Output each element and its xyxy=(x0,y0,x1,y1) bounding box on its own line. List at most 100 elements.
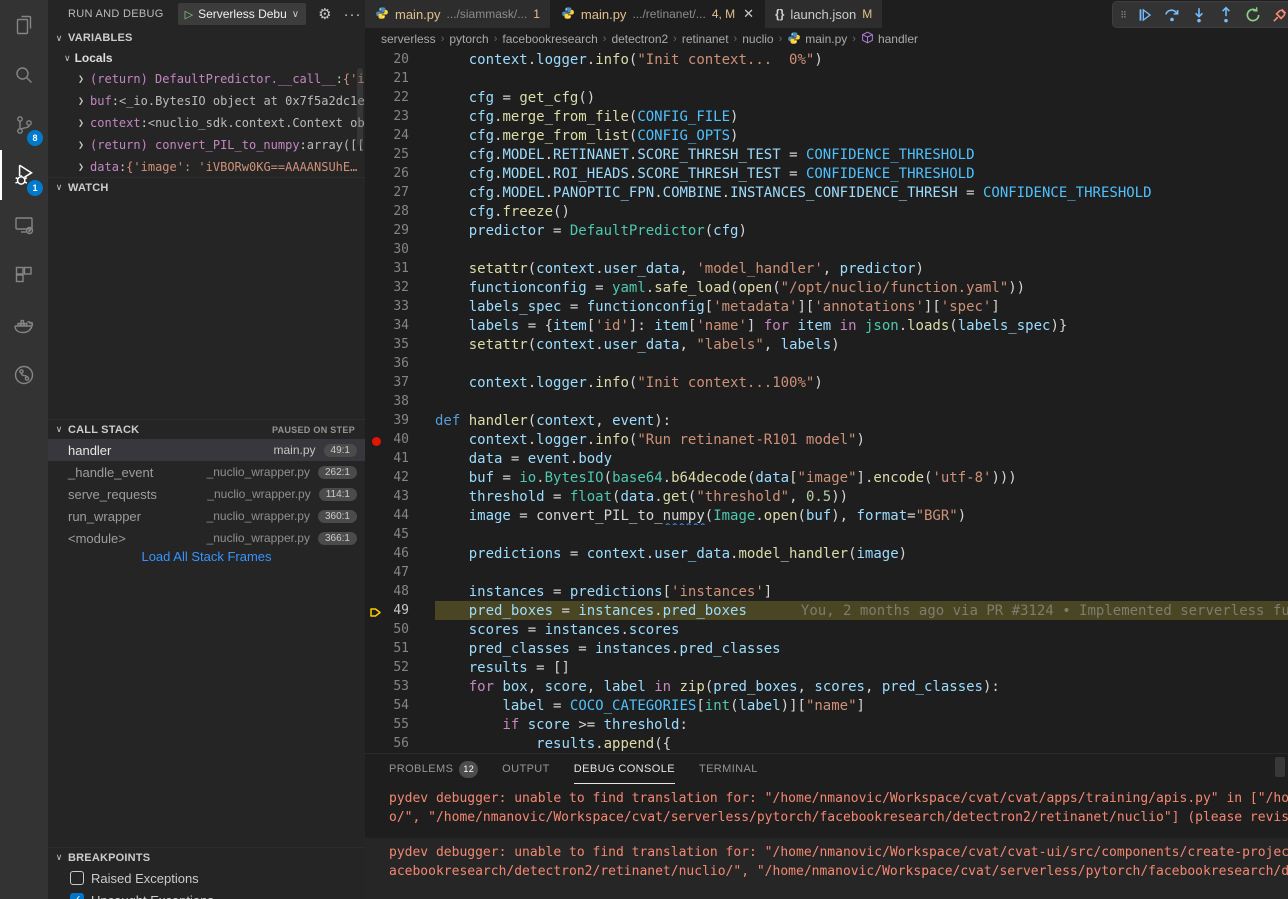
load-all-stack-frames-link[interactable]: Load All Stack Frames xyxy=(48,549,365,569)
code-line[interactable]: 49 pred_boxes = instances.pred_boxesYou,… xyxy=(365,601,1288,620)
variable-row[interactable]: ❯data: {'image': 'iVBORw0KG==AAAANSUhE… xyxy=(48,156,365,177)
code-line[interactable]: 35 setattr(context.user_data, "labels", … xyxy=(365,335,1288,354)
code-line[interactable]: 22 cfg = get_cfg() xyxy=(365,88,1288,107)
code-line[interactable]: 26 cfg.MODEL.ROI_HEADS.SCORE_THRESH_TEST… xyxy=(365,164,1288,183)
line-number[interactable]: 46 xyxy=(365,546,435,561)
line-number[interactable]: 21 xyxy=(365,71,435,86)
run-and-debug-button[interactable]: 1 xyxy=(0,150,48,200)
code-line[interactable]: 21 xyxy=(365,69,1288,88)
line-number[interactable]: 43 xyxy=(365,489,435,504)
breadcrumb-item-retinanet[interactable]: retinanet xyxy=(682,32,729,46)
call-stack-frame[interactable]: _handle_event_nuclio_wrapper.py262:1 xyxy=(48,461,365,483)
expand-chevron-icon[interactable]: ❯ xyxy=(78,74,84,85)
drag-grip-icon[interactable]: ⠿ xyxy=(1118,11,1130,19)
scrollbar-thumb[interactable] xyxy=(357,68,363,146)
search-button[interactable] xyxy=(0,50,48,100)
line-number[interactable]: 40 xyxy=(365,432,435,447)
restart-button[interactable] xyxy=(1241,3,1265,27)
line-number[interactable]: 48 xyxy=(365,584,435,599)
start-debug-icon[interactable]: ▷ xyxy=(185,8,193,21)
line-number[interactable]: 25 xyxy=(365,147,435,162)
azure-pipelines-button[interactable] xyxy=(0,350,48,400)
code-line[interactable]: 28 cfg.freeze() xyxy=(365,202,1288,221)
line-number[interactable]: 31 xyxy=(365,261,435,276)
expand-chevron-icon[interactable]: ❯ xyxy=(78,140,84,151)
console-error-line[interactable]: pydev debugger: unable to find translati… xyxy=(389,789,1288,808)
code-line[interactable]: 54 label = COCO_CATEGORIES[int(label)]["… xyxy=(365,696,1288,715)
line-number[interactable]: 37 xyxy=(365,375,435,390)
line-number[interactable]: 39 xyxy=(365,413,435,428)
line-number[interactable]: 38 xyxy=(365,394,435,409)
docker-button[interactable] xyxy=(0,300,48,350)
line-number[interactable]: 32 xyxy=(365,280,435,295)
close-icon[interactable]: ✕ xyxy=(743,6,754,22)
code-editor[interactable]: 20 context.logger.info("Init context... … xyxy=(365,50,1288,753)
code-line[interactable]: 20 context.logger.info("Init context... … xyxy=(365,50,1288,69)
code-line[interactable]: 50 scores = instances.scores xyxy=(365,620,1288,639)
line-number[interactable]: 47 xyxy=(365,565,435,580)
line-number[interactable]: 45 xyxy=(365,527,435,542)
expand-chevron-icon[interactable]: ❯ xyxy=(78,118,84,129)
breakpoint-icon[interactable] xyxy=(372,437,381,446)
launch-config-dropdown[interactable]: ▷ Serverless Debu ∨ xyxy=(178,3,307,25)
line-number[interactable]: 56 xyxy=(365,736,435,751)
line-number[interactable]: 27 xyxy=(365,185,435,200)
variable-row[interactable]: ❯buf: <_io.BytesIO object at 0x7f5a2dc1e… xyxy=(48,90,365,112)
line-number[interactable]: 49 xyxy=(365,603,435,618)
breadcrumb-item-nuclio[interactable]: nuclio xyxy=(742,32,773,46)
line-number[interactable]: 24 xyxy=(365,128,435,143)
call-stack-frame[interactable]: serve_requests_nuclio_wrapper.py114:1 xyxy=(48,483,365,505)
step-out-button[interactable] xyxy=(1214,3,1238,27)
line-number[interactable]: 54 xyxy=(365,698,435,713)
step-over-button[interactable] xyxy=(1160,3,1184,27)
code-line[interactable]: 36 xyxy=(365,354,1288,373)
code-line[interactable]: 43 threshold = float(data.get("threshold… xyxy=(365,487,1288,506)
line-number[interactable]: 30 xyxy=(365,242,435,257)
more-actions-icon[interactable]: ··· xyxy=(344,6,362,23)
expand-chevron-icon[interactable]: ❯ xyxy=(78,162,84,173)
line-number[interactable]: 41 xyxy=(365,451,435,466)
code-line[interactable]: 31 setattr(context.user_data, 'model_han… xyxy=(365,259,1288,278)
code-line[interactable]: 46 predictions = context.user_data.model… xyxy=(365,544,1288,563)
source-control-button[interactable]: 8 xyxy=(0,100,48,150)
code-line[interactable]: 56 results.append({ xyxy=(365,734,1288,753)
checkbox[interactable] xyxy=(70,871,84,885)
line-number[interactable]: 51 xyxy=(365,641,435,656)
line-number[interactable]: 26 xyxy=(365,166,435,181)
code-line[interactable]: 40 context.logger.info("Run retinanet-R1… xyxy=(365,430,1288,449)
code-line[interactable]: 34 labels = {item['id']: item['name'] fo… xyxy=(365,316,1288,335)
code-line[interactable]: 23 cfg.merge_from_file(CONFIG_FILE) xyxy=(365,107,1288,126)
breadcrumb-item-facebookresearch[interactable]: facebookresearch xyxy=(502,32,597,46)
code-line[interactable]: 42 buf = io.BytesIO(base64.b64decode(dat… xyxy=(365,468,1288,487)
code-line[interactable]: 29 predictor = DefaultPredictor(cfg) xyxy=(365,221,1288,240)
variable-row[interactable]: ❯context: <nuclio_sdk.context.Context ob… xyxy=(48,112,365,134)
breadcrumb-item-serverless[interactable]: serverless xyxy=(381,32,436,46)
code-line[interactable]: 38 xyxy=(365,392,1288,411)
locals-scope[interactable]: ∨ Locals xyxy=(48,48,365,68)
variable-row[interactable]: ❯(return) convert_PIL_to_numpy: array([[… xyxy=(48,134,365,156)
line-number[interactable]: 55 xyxy=(365,717,435,732)
call-stack-frame[interactable]: handlermain.py49:1 xyxy=(48,439,365,461)
panel-tab-problems[interactable]: PROBLEMS12 xyxy=(389,754,478,784)
code-line[interactable]: 55 if score >= threshold: xyxy=(365,715,1288,734)
code-line[interactable]: 45 xyxy=(365,525,1288,544)
tab-main.py[interactable]: main.py.../siammask/...1 xyxy=(365,0,551,28)
gear-icon[interactable]: ⚙ xyxy=(318,5,331,23)
code-line[interactable]: 37 context.logger.info("Init context...1… xyxy=(365,373,1288,392)
code-line[interactable]: 30 xyxy=(365,240,1288,259)
variable-row[interactable]: ❯(return) DefaultPredictor.__call__: {'i… xyxy=(48,68,365,90)
console-error-line[interactable]: o/", "/home/nmanovic/Workspace/cvat/serv… xyxy=(389,808,1288,827)
step-into-button[interactable] xyxy=(1187,3,1211,27)
code-line[interactable]: 39def handler(context, event): xyxy=(365,411,1288,430)
line-number[interactable]: 22 xyxy=(365,90,435,105)
line-number[interactable]: 42 xyxy=(365,470,435,485)
call-stack-frame[interactable]: run_wrapper_nuclio_wrapper.py360:1 xyxy=(48,505,365,527)
line-number[interactable]: 33 xyxy=(365,299,435,314)
code-line[interactable]: 47 xyxy=(365,563,1288,582)
remote-explorer-button[interactable] xyxy=(0,200,48,250)
code-line[interactable]: 25 cfg.MODEL.RETINANET.SCORE_THRESH_TEST… xyxy=(365,145,1288,164)
console-error-line[interactable]: pydev debugger: unable to find translati… xyxy=(389,843,1288,862)
tab-launch.json[interactable]: {}launch.jsonM xyxy=(765,0,883,28)
panel-tab-debug-console[interactable]: DEBUG CONSOLE xyxy=(574,754,675,784)
line-number[interactable]: 44 xyxy=(365,508,435,523)
